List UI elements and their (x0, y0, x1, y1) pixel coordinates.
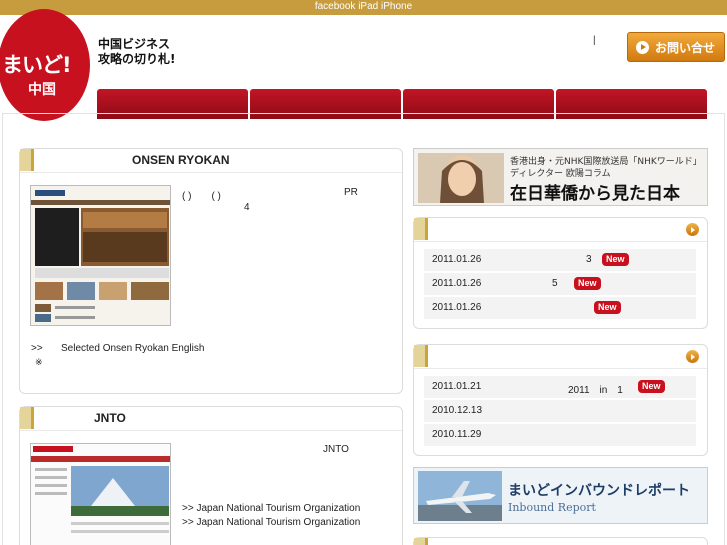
header-tab-marker (20, 407, 34, 429)
news-date: 2011.01.26 (432, 254, 482, 265)
header-separator: | (593, 35, 596, 46)
jnto-thumbnail-image (31, 444, 170, 545)
logo-line2: 中国 (28, 82, 56, 98)
onsen-ryokan-panel: ONSEN RYOKAN ( ) ( ) PR 4 >> Selected On… (19, 148, 403, 394)
new-badge: New (638, 380, 665, 393)
column-banner-title: 在日華僑から見た日本 (510, 184, 680, 204)
header-tab-marker (20, 149, 34, 171)
jnto-description: JNTO (323, 444, 349, 455)
news-row[interactable]: 2011.01.21 2011 in 1 New (424, 376, 696, 398)
logo-line1: まいど! (2, 53, 72, 77)
tagline-line1: 中国ビジネス (98, 37, 171, 51)
news-row[interactable]: 2010.12.13 (424, 400, 696, 422)
onsen-description-pr: PR (344, 187, 358, 198)
inbound-title: まいどインバウンドレポート (508, 483, 690, 499)
contact-button[interactable]: お問い合せ (627, 32, 725, 62)
news-text: 2011 in 1 (568, 385, 623, 396)
contact-label: お問い合せ (655, 40, 716, 55)
play-arrow-icon (636, 40, 649, 54)
new-badge: New (594, 301, 621, 314)
news-row[interactable]: 2011.01.26 3 New (424, 249, 696, 271)
panel-header (414, 345, 707, 369)
new-badge: New (602, 253, 629, 266)
top-links-bar[interactable]: facebook iPad iPhone (0, 0, 727, 15)
jnto-title: JNTO (94, 411, 126, 425)
header-tab-marker (414, 538, 428, 545)
new-badge: New (574, 277, 601, 290)
tagline-line2: 攻略の切り札! (98, 52, 176, 66)
panel-header: ONSEN RYOKAN (20, 149, 402, 173)
inbound-report-banner[interactable]: まいどインバウンドレポート Inbound Report (413, 467, 708, 524)
news-text: 3 (586, 254, 592, 265)
news-row[interactable]: 2010.11.29 (424, 424, 696, 446)
site-logo[interactable]: まいど! 中国 (0, 9, 90, 121)
onsen-note: ※ (35, 357, 43, 367)
news-text: 5 (552, 278, 558, 289)
news-panel-1: 2011.01.26 3 New 2011.01.26 5 New 2011.0… (413, 217, 708, 329)
column-banner-line2: ディレクター 欧陽コラム (510, 169, 611, 179)
next-panel-partial (413, 537, 708, 545)
column-banner[interactable]: 香港出身・元NHK国際放送局「NHKワールド」 ディレクター 欧陽コラム 在日華… (413, 148, 708, 206)
news-date: 2010.12.13 (432, 405, 483, 416)
news-row[interactable]: 2011.01.26 New (424, 297, 696, 319)
jnto-link-1[interactable]: >> Japan National Tourism Organization (182, 503, 360, 514)
header-tab-marker (414, 218, 428, 240)
onsen-thumbnail-image (31, 186, 170, 325)
onsen-title: ONSEN RYOKAN (132, 153, 230, 167)
news-panel-2: 2011.01.21 2011 in 1 New 2010.12.13 2010… (413, 344, 708, 456)
onsen-description-2: 4 (244, 202, 250, 213)
panel-header (414, 538, 707, 545)
more-arrow-icon[interactable] (686, 223, 699, 236)
onsen-english-link[interactable]: Selected Onsen Ryokan English (61, 343, 204, 354)
news-date: 2011.01.26 (432, 302, 482, 313)
news-row[interactable]: 2011.01.26 5 New (424, 273, 696, 295)
onsen-link-prefix: >> (31, 343, 43, 354)
panel-header: JNTO (20, 407, 402, 431)
panel-header (414, 218, 707, 242)
jnto-panel: JNTO JNTO >> Japan National Tourism Orga… (19, 406, 403, 545)
news-date: 2011.01.26 (432, 278, 482, 289)
inbound-subtitle: Inbound Report (508, 501, 596, 514)
site-tagline: 中国ビジネス 攻略の切り札! (98, 37, 175, 67)
onsen-description-1: ( ) ( ) (182, 191, 221, 202)
columnist-photo (418, 153, 504, 203)
news-date: 2010.11.29 (432, 429, 482, 440)
more-arrow-icon[interactable] (686, 350, 699, 363)
site-header: まいど! 中国 中国ビジネス 攻略の切り札! | お問い合せ (0, 9, 727, 121)
jnto-site-thumbnail[interactable] (30, 443, 171, 545)
jnto-link-2[interactable]: >> Japan National Tourism Organization (182, 517, 360, 528)
airplane-photo (418, 471, 502, 521)
header-tab-marker (414, 345, 428, 367)
news-date: 2011.01.21 (432, 381, 482, 392)
onsen-site-thumbnail[interactable] (30, 185, 171, 326)
